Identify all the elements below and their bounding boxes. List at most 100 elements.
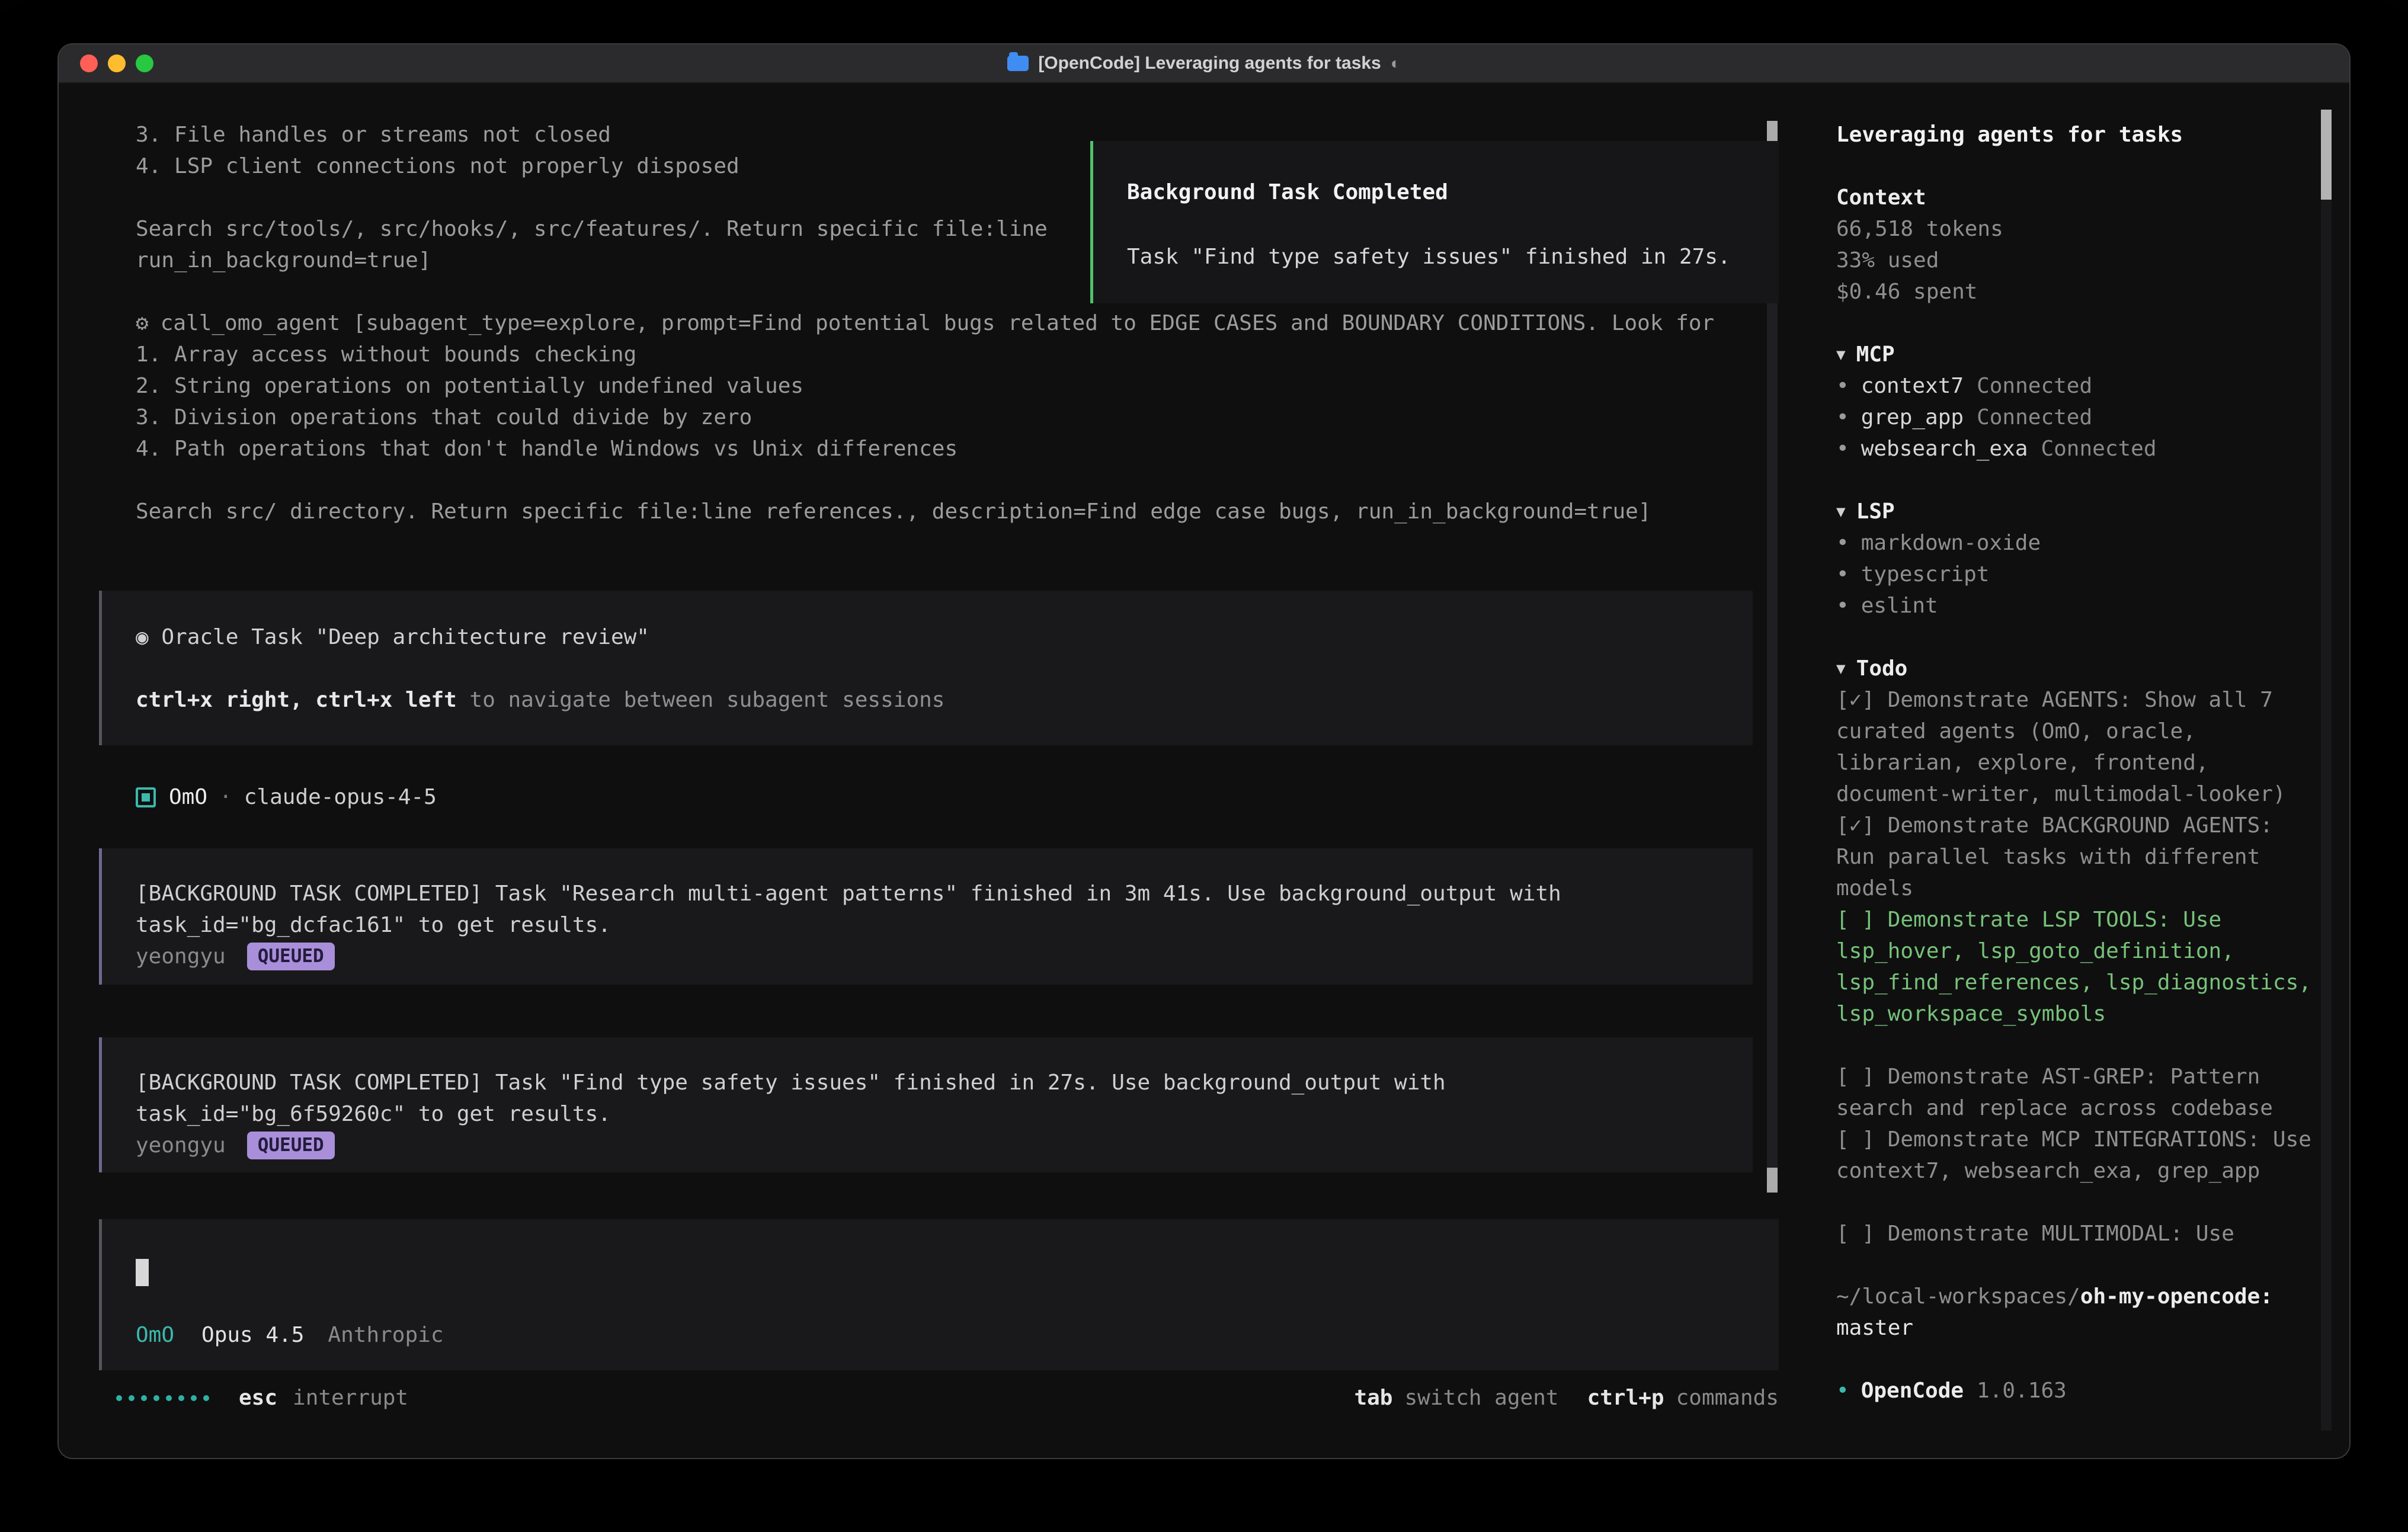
mcp-item: •grep_appConnected	[1836, 402, 2314, 433]
lsp-section: ▼ LSP •markdown-oxide •typescript •eslin…	[1836, 496, 2314, 621]
window-titlebar[interactable]: [OpenCode] Leveraging agents for tasks ◐	[59, 44, 2349, 84]
git-branch-name: master	[1836, 1316, 1913, 1340]
workspace-dir-name: oh-my-opencode:	[2080, 1284, 2273, 1309]
todo-checkbox: [✓]	[1836, 688, 1875, 712]
message-text: [BACKGROUND TASK COMPLETED] Task "Find t…	[136, 1067, 1753, 1098]
todo-item: [ ] Demonstrate MCP INTEGRATIONS: Use co…	[1836, 1124, 2314, 1187]
mcp-section: ▼ MCP •context7Connected •grep_appConnec…	[1836, 339, 2314, 464]
app-version: 1.0.163	[1977, 1375, 2067, 1406]
mcp-item: •context7Connected	[1836, 370, 2314, 402]
todo-checkbox: [ ]	[1836, 1127, 1875, 1152]
todo-text: Demonstrate MCP INTEGRATIONS: Use contex…	[1836, 1127, 2324, 1183]
separator-dot: ·	[219, 785, 232, 809]
message-author: yeongyu	[136, 944, 226, 969]
tool-call-line: 1. Array access without bounds checking	[99, 339, 1824, 370]
todo-item: [ ] Demonstrate MULTIMODAL: Use	[1836, 1218, 2314, 1249]
message-card: [BACKGROUND TASK COMPLETED] Task "Resear…	[99, 848, 1753, 985]
spinner-dots-icon	[116, 1395, 209, 1401]
scrollbar-thumb[interactable]	[1767, 1168, 1778, 1193]
oracle-task-title: ◉ Oracle Task "Deep architecture review"	[136, 621, 1753, 653]
message-text: [BACKGROUND TASK COMPLETED] Task "Resear…	[136, 878, 1753, 909]
prompt-input[interactable]: OmO Opus 4.5 Anthropic	[99, 1219, 1779, 1370]
agent-name: OmO	[169, 785, 207, 809]
active-model-label: Opus 4.5	[201, 1323, 304, 1347]
provider-label: Anthropic	[328, 1323, 443, 1347]
commands-label: commands	[1676, 1386, 1779, 1410]
notification-toast: Background Task Completed Task "Find typ…	[1090, 141, 1779, 303]
sidebar: Leveraging agents for tasks Context 66,5…	[1824, 84, 2349, 1458]
minimize-button[interactable]	[108, 55, 126, 72]
todo-item: [ ] Demonstrate LSP TOOLS: Use lsp_hover…	[1836, 904, 2314, 1030]
mcp-status: Connected	[2041, 433, 2156, 464]
record-icon: ◉	[136, 625, 149, 649]
context-used: 33% used	[1836, 245, 2314, 276]
tool-call-line: 3. Division operations that could divide…	[99, 402, 1824, 433]
agent-checkbox-icon	[136, 787, 156, 807]
todo-section: ▼ Todo [✓] Demonstrate AGENTS: Show all …	[1836, 653, 2314, 1249]
todo-checkbox: [✓]	[1836, 813, 1875, 838]
queued-badge: QUEUED	[247, 943, 335, 970]
workspace-dir-prefix: ~/local-workspaces/	[1836, 1284, 2080, 1309]
todo-section-header[interactable]: ▼ Todo	[1836, 653, 2314, 684]
subagent-navigation-hint: ctrl+x right, ctrl+x left to navigate be…	[136, 684, 1753, 716]
todo-item: [ ] Demonstrate AST-GREP: Pattern search…	[1836, 1061, 2314, 1124]
notification-title: Background Task Completed	[1127, 177, 1779, 208]
tool-call-line: 2. String operations on potentially unde…	[99, 370, 1824, 402]
app-name: OpenCode	[1861, 1375, 1964, 1406]
desktop-background: [OpenCode] Leveraging agents for tasks ◐…	[0, 0, 2408, 1532]
collapse-arrow-icon: ▼	[1836, 503, 1846, 521]
workspace-path: ~/local-workspaces/oh-my-opencode: maste…	[1836, 1281, 2314, 1344]
collapse-arrow-icon: ▼	[1836, 660, 1846, 678]
message-card: [BACKGROUND TASK COMPLETED] Task "Find t…	[99, 1037, 1753, 1172]
message-text: task_id="bg_6f59260c" to get results.	[136, 1098, 1753, 1130]
traffic-lights	[80, 44, 153, 82]
context-tokens: 66,518 tokens	[1836, 213, 2314, 245]
tool-call-line: Search src/ directory. Return specific f…	[99, 496, 1824, 527]
lsp-section-header[interactable]: ▼ LSP	[1836, 496, 2314, 527]
tab-key-hint: tab	[1354, 1386, 1392, 1410]
agent-model: claude-opus-4-5	[244, 785, 437, 809]
mcp-heading: MCP	[1856, 342, 1895, 367]
bullet-icon: •	[1836, 559, 1849, 590]
app-body: 3. File handles or streams not closed 4.…	[59, 84, 2349, 1458]
lsp-item: •markdown-oxide	[1836, 527, 2314, 559]
window-title-text: [OpenCode] Leveraging agents for tasks	[1038, 53, 1381, 73]
terminal-window: [OpenCode] Leveraging agents for tasks ◐…	[57, 43, 2351, 1459]
app-version-footer: • OpenCode 1.0.163	[1836, 1375, 2314, 1406]
chat-pane: 3. File handles or streams not closed 4.…	[59, 84, 1824, 1458]
oracle-task-panel[interactable]: ◉ Oracle Task "Deep architecture review"…	[99, 591, 1753, 745]
collapse-arrow-icon: ▼	[1836, 346, 1846, 364]
context-section: Context 66,518 tokens 33% used $0.46 spe…	[1836, 182, 2314, 307]
bullet-icon: •	[1836, 433, 1849, 464]
context-spent: $0.46 spent	[1836, 276, 2314, 307]
notification-body: Task "Find type safety issues" finished …	[1127, 241, 1779, 273]
interrupt-label: interrupt	[293, 1386, 408, 1410]
todo-text: Demonstrate MULTIMODAL: Use	[1875, 1222, 2234, 1246]
sidebar-scrollbar[interactable]	[2321, 110, 2332, 1431]
todo-item: [✓] Demonstrate AGENTS: Show all 7 curat…	[1836, 684, 2314, 810]
tool-call-line: 4. Path operations that don't handle Win…	[99, 433, 1824, 464]
bullet-icon: •	[1836, 402, 1849, 433]
todo-checkbox: [ ]	[1836, 1222, 1875, 1246]
bullet-icon: •	[1836, 370, 1849, 402]
text-cursor	[136, 1259, 149, 1286]
todo-checkbox: [ ]	[1836, 1065, 1875, 1089]
mcp-section-header[interactable]: ▼ MCP	[1836, 339, 2314, 370]
active-agent-label: OmO	[136, 1323, 174, 1347]
context-heading: Context	[1836, 182, 2314, 213]
message-author: yeongyu	[136, 1133, 226, 1158]
queued-badge: QUEUED	[247, 1132, 335, 1159]
close-button[interactable]	[80, 55, 98, 72]
gear-icon: ⚙	[136, 311, 149, 335]
mcp-status: Connected	[1977, 370, 2092, 402]
tool-call-text: call_omo_agent [subagent_type=explore, p…	[161, 311, 1715, 335]
scrollbar-thumb[interactable]	[2321, 110, 2332, 200]
message-text: task_id="bg_dcfac161" to get results.	[136, 909, 1753, 941]
app-icon	[1007, 56, 1029, 71]
model-info-row: OmO Opus 4.5 Anthropic	[136, 1319, 1779, 1351]
tool-call-line: ⚙ call_omo_agent [subagent_type=explore, …	[99, 307, 1824, 339]
todo-item: [✓] Demonstrate BACKGROUND AGENTS: Run p…	[1836, 810, 2314, 904]
zoom-button[interactable]	[136, 55, 153, 72]
agent-header: OmO · claude-opus-4-5	[99, 781, 1824, 813]
chat-scroll-area[interactable]: 3. File handles or streams not closed 4.…	[59, 84, 1824, 1172]
